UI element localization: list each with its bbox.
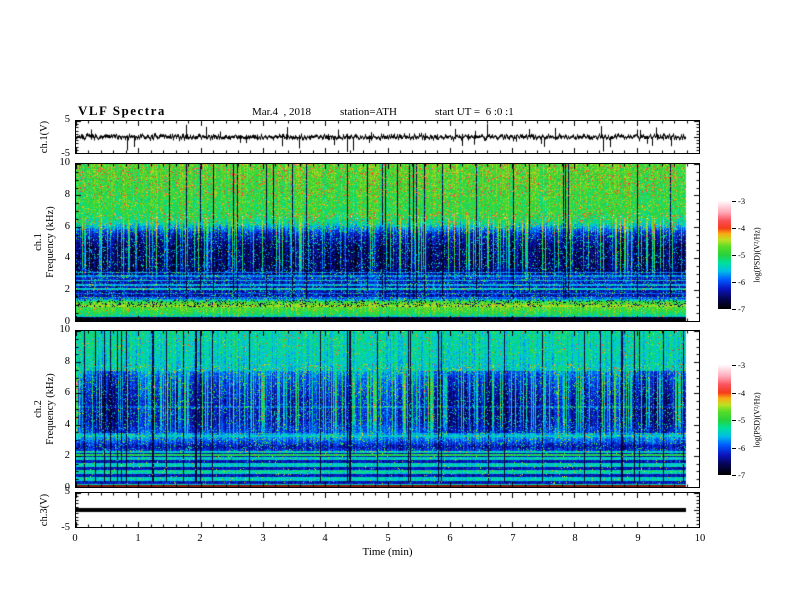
colorbar-tick-label: -4 — [738, 223, 746, 233]
ch1-spectrogram-ylabel: ch.1 Frequency (kHz) — [33, 206, 57, 277]
colorbar-tick-label: -3 — [738, 360, 746, 370]
colorbar-tick — [732, 309, 736, 310]
x-tick-label: 4 — [322, 533, 328, 544]
colorbar-tick-label: -4 — [738, 388, 746, 398]
x-tick-label: 8 — [572, 533, 578, 544]
x-tick-label: 5 — [385, 533, 391, 544]
colorbar-tick — [732, 201, 736, 202]
colorbar-tick — [732, 448, 736, 449]
y-tick-label-ch1_spectrogram: 8 — [64, 189, 70, 200]
x-tick-label: 0 — [72, 533, 78, 544]
x-tick-label: 9 — [635, 533, 641, 544]
x-tick-label: 6 — [447, 533, 453, 544]
y-tick-label-ch2_spectrogram: 6 — [64, 387, 70, 398]
ch1-spectrogram-ylabel-line2: Frequency (kHz) — [45, 206, 56, 278]
colorbar-tick — [732, 420, 736, 421]
colorbar-tick-label: -3 — [738, 196, 746, 206]
y-tick-label-ch1_spectrogram: 2 — [64, 284, 70, 295]
y-tick-label-ch1_spectrogram: 4 — [64, 252, 70, 263]
ch2-spectrogram-ylabel-line1: ch.2 — [33, 400, 44, 418]
y-tick-label-ch2_spectrogram: 8 — [64, 356, 70, 367]
colorbar-ch1-label: log(PSD)(V²/Hz) — [752, 227, 762, 283]
colorbar-tick-label: -6 — [738, 277, 746, 287]
colorbar-tick — [732, 228, 736, 229]
y-tick-label-ch3_waveform: 5 — [64, 486, 70, 497]
colorbar-ch1 — [718, 201, 731, 309]
colorbar-ch2-label: log(PSD)(V²/Hz) — [752, 392, 762, 448]
x-tick-label: 10 — [694, 533, 706, 544]
figure-station: station=ATH — [340, 106, 397, 118]
x-tick-label: 3 — [260, 533, 266, 544]
ch1-spectrogram-ylabel-line1: ch.1 — [33, 233, 44, 251]
x-axis-title: Time (min) — [362, 546, 413, 558]
y-tick-label-ch2_spectrogram: 4 — [64, 419, 70, 430]
colorbar-tick — [732, 365, 736, 366]
ch1-spectrogram-panel — [75, 163, 700, 322]
colorbar-tick — [732, 475, 736, 476]
ch2-spectrogram-canvas — [76, 331, 699, 487]
figure-start-ut: start UT = 6 :0 :1 — [435, 106, 514, 118]
ch2-spectrogram-ylabel: ch.2 Frequency (kHz) — [33, 373, 57, 444]
figure-title: VLF Spectra — [78, 103, 166, 118]
x-tick-label: 7 — [510, 533, 516, 544]
colorbar-tick — [732, 255, 736, 256]
ch2-spectrogram-ylabel-line2: Frequency (kHz) — [45, 373, 56, 445]
colorbar-tick — [732, 282, 736, 283]
ch1-spectrogram-canvas — [76, 164, 699, 321]
ch3-waveform-panel — [75, 492, 700, 528]
colorbar-tick-label: -7 — [738, 470, 746, 480]
colorbar-tick — [732, 393, 736, 394]
y-tick-label-ch2_spectrogram: 2 — [64, 450, 70, 461]
colorbar-tick-label: -6 — [738, 443, 746, 453]
colorbar-tick-label: -5 — [738, 415, 746, 425]
y-tick-label-ch1_waveform: 5 — [64, 114, 70, 125]
figure-date: Mar.4 , 2018 — [252, 106, 311, 118]
colorbar-ch2 — [718, 365, 731, 475]
y-tick-label-ch1_spectrogram: 6 — [64, 221, 70, 232]
y-tick-label-ch1_spectrogram: 10 — [59, 157, 71, 168]
x-tick-label: 2 — [197, 533, 203, 544]
ch1-waveform-panel — [75, 120, 700, 154]
y-tick-label-ch2_spectrogram: 10 — [59, 324, 71, 335]
colorbar-tick-label: -5 — [738, 250, 746, 260]
ch2-spectrogram-panel — [75, 330, 700, 488]
vlf-spectra-figure: VLF Spectra Mar.4 , 2018 station=ATH sta… — [0, 0, 792, 612]
ch3-waveform-canvas — [76, 493, 699, 527]
x-tick-label: 1 — [135, 533, 141, 544]
ch1-waveform-canvas — [76, 121, 699, 153]
colorbar-tick-label: -7 — [738, 304, 746, 314]
